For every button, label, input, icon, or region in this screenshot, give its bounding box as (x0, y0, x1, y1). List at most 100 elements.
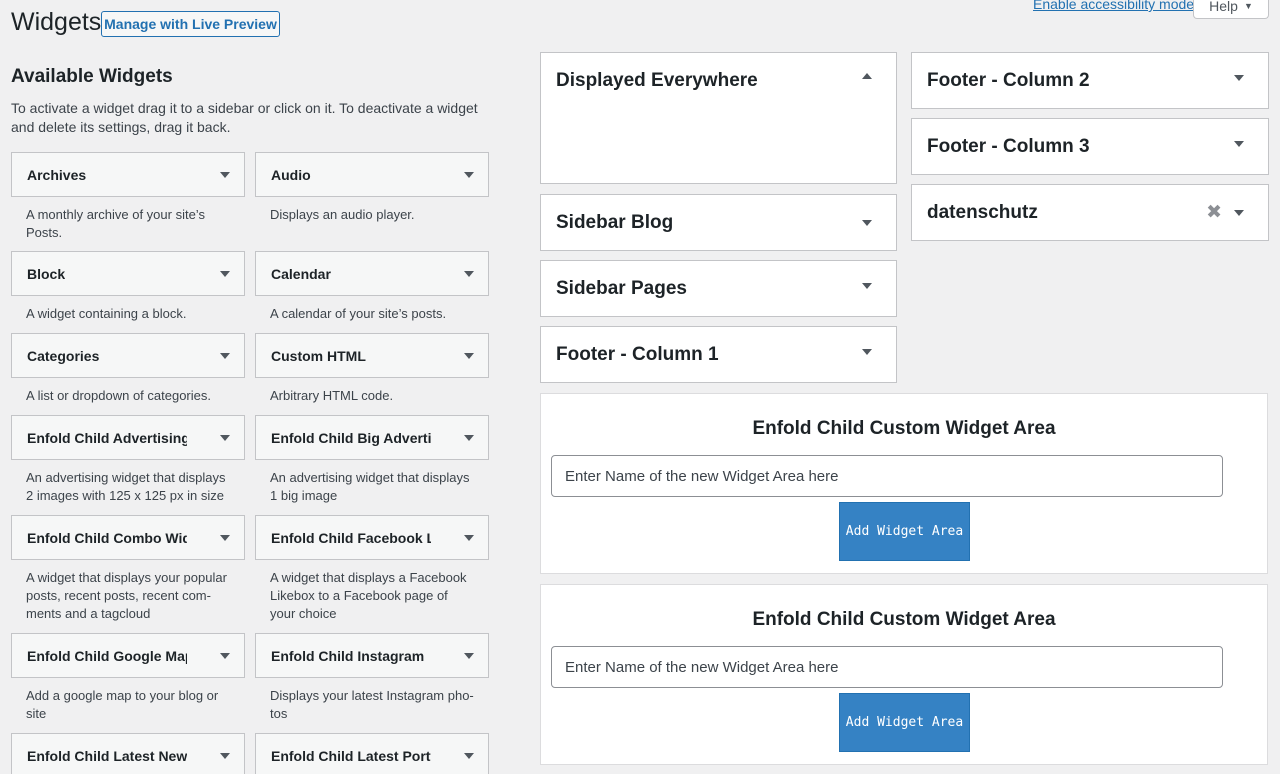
toggle-arrow-icon[interactable] (464, 434, 474, 441)
widget-name: Calendar (271, 265, 331, 282)
widget-name: Enfold Child Instagram (271, 647, 425, 664)
toggle-arrow-icon[interactable] (464, 352, 474, 359)
toggle-arrow-icon[interactable] (464, 652, 474, 659)
toggle-arrow-icon[interactable] (220, 270, 230, 277)
help-button[interactable]: Help ▼ (1193, 0, 1269, 19)
widget-description: A widget that displays your popular post… (26, 570, 227, 621)
manage-live-preview-button[interactable]: Manage with Live Preview (101, 11, 280, 37)
widget-title-bar[interactable]: Enfold Child Advertising Area (11, 415, 245, 460)
widget-enfold-latest-news[interactable]: Enfold Child Latest News (11, 733, 245, 774)
widget-audio[interactable]: Audio Displays an audio player. (255, 152, 489, 224)
widget-title-bar[interactable]: Enfold Child Facebook Likebox (255, 515, 489, 560)
sidebar-blog[interactable]: Sidebar Blog (540, 194, 897, 251)
widget-name: Enfold Child Latest News (27, 747, 187, 764)
widget-description: A calendar of your site’s posts. (270, 306, 447, 321)
widget-description: An advertising widget that displays 2 im… (26, 470, 226, 503)
collapse-arrow-icon[interactable] (862, 72, 872, 79)
widget-description: A list or dropdown of categories. (26, 388, 211, 403)
sidebar-displayed-everywhere[interactable]: Displayed Everywhere (540, 52, 897, 184)
widget-area-name-input[interactable] (551, 646, 1223, 688)
widget-title-bar[interactable]: Enfold Child Big Advertising Area (255, 415, 489, 460)
sidebar-header[interactable]: Footer - Column 1 (541, 327, 896, 382)
widget-title-bar[interactable]: Archives (11, 152, 245, 197)
sidebar-datenschutz[interactable]: datenschutz ✖ (911, 184, 1269, 241)
toggle-arrow-icon[interactable] (220, 752, 230, 759)
widget-title-bar[interactable]: Calendar (255, 251, 489, 296)
sidebar-title: datenschutz (927, 201, 1038, 223)
sidebar-title: Sidebar Pages (556, 277, 687, 299)
custom-widget-area-form: Enfold Child Custom Widget Area Add Widg… (540, 584, 1268, 765)
widget-description: Displays your latest Instagram pho- tos (270, 688, 474, 721)
widget-title-bar[interactable]: Enfold Child Instagram (255, 633, 489, 678)
widget-title-bar[interactable]: Block (11, 251, 245, 296)
widget-area-name-input[interactable] (551, 455, 1223, 497)
sidebar-footer-column-2[interactable]: Footer - Column 2 (911, 52, 1269, 109)
widget-enfold-facebook[interactable]: Enfold Child Facebook Likebox A widget t… (255, 515, 489, 623)
widget-name: Audio (271, 166, 311, 183)
sidebar-title: Sidebar Blog (556, 211, 674, 233)
widget-title-bar[interactable]: Audio (255, 152, 489, 197)
widget-description: Arbitrary HTML code. (270, 388, 394, 403)
toggle-arrow-icon[interactable] (464, 270, 474, 277)
widget-name: Enfold Child Big Advertising Area (271, 429, 431, 446)
widget-custom-html[interactable]: Custom HTML Arbitrary HTML code. (255, 333, 489, 405)
widget-archives[interactable]: Archives A monthly archive of your site’… (11, 152, 245, 242)
widget-description: Displays an audio player. (270, 207, 415, 222)
widget-description: A monthly archive of your site’s Posts. (26, 207, 205, 240)
sidebar-title: Footer - Column 2 (927, 69, 1090, 91)
widget-enfold-google-maps[interactable]: Enfold Child Google Maps Widget Add a go… (11, 633, 245, 723)
expand-arrow-icon[interactable] (862, 282, 872, 289)
sidebar-footer-column-3[interactable]: Footer - Column 3 (911, 118, 1269, 175)
widget-title-bar[interactable]: Enfold Child Latest Portfolio (255, 733, 489, 774)
sidebar-header[interactable]: Displayed Everywhere (541, 53, 896, 108)
add-widget-area-button[interactable]: Add Widget Area (839, 693, 970, 752)
widget-enfold-latest-portfolio[interactable]: Enfold Child Latest Portfolio (255, 733, 489, 774)
delete-sidebar-icon[interactable]: ✖ (1206, 203, 1222, 222)
widget-title-bar[interactable]: Custom HTML (255, 333, 489, 378)
sidebar-pages[interactable]: Sidebar Pages (540, 260, 897, 317)
page-title: Widgets (11, 8, 102, 36)
widget-block[interactable]: Block A widget containing a block. (11, 251, 245, 323)
widget-description: Add a google map to your blog or site (26, 688, 219, 721)
widget-description: A widget that displays a Facebook Likebo… (270, 570, 467, 621)
sidebar-actions: ✖ (1206, 203, 1244, 222)
widget-title-bar[interactable]: Enfold Child Combo Widget (11, 515, 245, 560)
toggle-arrow-icon[interactable] (220, 171, 230, 178)
widget-name: Block (27, 265, 66, 282)
widget-enfold-instagram[interactable]: Enfold Child Instagram Displays your lat… (255, 633, 489, 723)
widget-name: Archives (27, 166, 87, 183)
sidebar-header[interactable]: Footer - Column 2 (912, 53, 1268, 108)
widget-title-bar[interactable]: Categories (11, 333, 245, 378)
widget-title-bar[interactable]: Enfold Child Latest News (11, 733, 245, 774)
toggle-arrow-icon[interactable] (220, 352, 230, 359)
widget-enfold-combo[interactable]: Enfold Child Combo Widget A widget that … (11, 515, 245, 623)
expand-arrow-icon[interactable] (862, 348, 872, 355)
help-label: Help (1209, 0, 1238, 14)
widget-title-bar[interactable]: Enfold Child Google Maps Widget (11, 633, 245, 678)
widget-description: A widget containing a block. (26, 306, 187, 321)
toggle-arrow-icon[interactable] (464, 171, 474, 178)
sidebar-header[interactable]: Sidebar Blog (541, 195, 896, 250)
enable-accessibility-link[interactable]: Enable accessibility mode (1033, 0, 1194, 12)
widget-name: Enfold Child Facebook Likebox (271, 529, 431, 546)
expand-arrow-icon[interactable] (862, 219, 872, 226)
toggle-arrow-icon[interactable] (220, 652, 230, 659)
widget-enfold-advertising[interactable]: Enfold Child Advertising Area An adverti… (11, 415, 245, 505)
widget-calendar[interactable]: Calendar A calendar of your site’s posts… (255, 251, 489, 323)
available-widgets-description: To activate a widget drag it to a sideba… (11, 100, 478, 135)
widget-enfold-big-advertising[interactable]: Enfold Child Big Advertising Area An adv… (255, 415, 489, 505)
sidebar-header[interactable]: Sidebar Pages (541, 261, 896, 316)
sidebar-footer-column-1[interactable]: Footer - Column 1 (540, 326, 897, 383)
sidebar-header[interactable]: Footer - Column 3 (912, 119, 1268, 174)
expand-arrow-icon[interactable] (1234, 209, 1244, 216)
widget-name: Enfold Child Combo Widget (27, 529, 187, 546)
toggle-arrow-icon[interactable] (220, 534, 230, 541)
toggle-arrow-icon[interactable] (464, 534, 474, 541)
widget-categories[interactable]: Categories A list or dropdown of categor… (11, 333, 245, 405)
add-widget-area-button[interactable]: Add Widget Area (839, 502, 970, 561)
toggle-arrow-icon[interactable] (220, 434, 230, 441)
toggle-arrow-icon[interactable] (464, 752, 474, 759)
sidebar-header[interactable]: datenschutz ✖ (912, 185, 1268, 240)
expand-arrow-icon[interactable] (1234, 140, 1244, 147)
expand-arrow-icon[interactable] (1234, 74, 1244, 81)
